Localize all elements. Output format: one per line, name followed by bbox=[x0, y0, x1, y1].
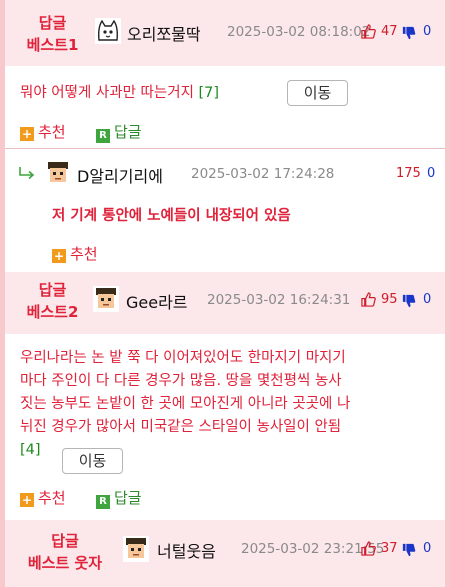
pixel-face-avatar-icon[interactable] bbox=[123, 536, 149, 562]
badge-line2: 베스트 웃자 bbox=[27, 554, 103, 572]
badge-line1: 답글 bbox=[38, 281, 67, 299]
comment-body: 우리나라는 논 밭 쭉 다 이어져있어도 한마지기 마지기 마다 주인이 다 다… bbox=[20, 347, 440, 462]
comment-body: 저 기계 통안에 노예들이 내장되어 있음 bbox=[52, 208, 291, 224]
cat-avatar-icon[interactable] bbox=[95, 18, 121, 44]
best-badge: 답글 베스트1 bbox=[5, 12, 100, 56]
move-button[interactable]: 이동 bbox=[62, 448, 123, 474]
upvote-count: 95 bbox=[381, 292, 398, 307]
comment-text-line: 마다 주인이 다 다른 경우가 많음. 땅을 몇천평씩 농사 bbox=[20, 373, 342, 389]
upvote-count: 175 bbox=[396, 166, 421, 181]
pixel-face-avatar-icon[interactable] bbox=[45, 160, 71, 186]
reply-button[interactable]: R 답글 bbox=[96, 121, 142, 143]
downvote-count: 0 bbox=[427, 166, 436, 181]
recommend-label: 추천 bbox=[38, 123, 66, 141]
upvote-count: 37 bbox=[381, 541, 398, 556]
reply-arrow-icon bbox=[19, 167, 35, 180]
recommend-button[interactable]: + 추천 bbox=[52, 243, 98, 264]
reply-button[interactable]: R 답글 bbox=[96, 487, 142, 509]
reply-r-icon: R bbox=[96, 129, 110, 143]
reply-count: [7] bbox=[198, 85, 220, 101]
comment-date: 2025-03-02 08:18:02 bbox=[227, 24, 371, 40]
nickname[interactable]: D알리기리에 bbox=[77, 163, 163, 187]
reply-r-icon: R bbox=[96, 495, 110, 509]
badge-line1: 답글 bbox=[51, 532, 79, 550]
best-comment-header: 답글 베스트1 오리쪼물딱 2025-03-02 08:18:02 47 0 bbox=[5, 0, 445, 66]
thumbs-down-icon[interactable] bbox=[402, 26, 416, 40]
move-button[interactable]: 이동 bbox=[287, 80, 348, 106]
comment-body: 뭐야 어떻게 사과만 따는거지 [7] bbox=[20, 82, 219, 105]
best-comment-header: 답글 베스트2 Gee라르 2025-03-02 16:24:31 95 0 bbox=[5, 272, 445, 334]
reply-label: 답글 bbox=[114, 489, 142, 507]
thumbs-down-icon[interactable] bbox=[402, 294, 416, 308]
comment-date: 2025-03-02 17:24:28 bbox=[191, 166, 335, 182]
recommend-label: 추천 bbox=[38, 489, 66, 507]
recommend-label: 추천 bbox=[70, 245, 98, 263]
badge-line1: 답글 bbox=[38, 14, 67, 32]
comment-text-line: 뉘진 경우가 많아서 미국같은 스타일이 농사일이 안됨 bbox=[20, 419, 342, 435]
thumbs-up-icon[interactable] bbox=[361, 292, 376, 307]
badge-line2: 베스트1 bbox=[26, 36, 79, 54]
plus-icon: + bbox=[52, 249, 66, 263]
best-badge: 답글 베스트 웃자 bbox=[5, 530, 125, 574]
best-badge: 답글 베스트2 bbox=[5, 279, 100, 323]
thumbs-up-icon[interactable] bbox=[361, 541, 376, 556]
downvote-count: 0 bbox=[423, 292, 432, 307]
recommend-button[interactable]: + 추천 bbox=[20, 121, 66, 142]
upvote-count: 47 bbox=[381, 24, 398, 39]
pixel-face-avatar-icon[interactable] bbox=[93, 286, 119, 312]
downvote-count: 0 bbox=[423, 24, 432, 39]
badge-line2: 베스트2 bbox=[26, 303, 79, 321]
divider bbox=[5, 148, 445, 149]
comment-text: 뭐야 어떻게 사과만 따는거지 bbox=[20, 85, 194, 101]
plus-icon: + bbox=[20, 493, 34, 507]
downvote-count: 0 bbox=[423, 541, 432, 556]
thumbs-up-icon[interactable] bbox=[361, 24, 376, 39]
comment-date: 2025-03-02 16:24:31 bbox=[207, 292, 351, 308]
recommend-button[interactable]: + 추천 bbox=[20, 487, 66, 508]
nickname[interactable]: 오리쪼물딱 bbox=[127, 21, 201, 45]
nickname[interactable]: Gee라르 bbox=[126, 289, 188, 313]
plus-icon: + bbox=[20, 127, 34, 141]
best-comment-header: 답글 베스트 웃자 너털웃음 2025-03-02 23:21:55 37 0 bbox=[5, 520, 445, 587]
comment-text-line: 우리나라는 논 밭 쭉 다 이어져있어도 한마지기 마지기 bbox=[20, 350, 346, 366]
nickname[interactable]: 너털웃음 bbox=[157, 538, 216, 562]
thumbs-down-icon[interactable] bbox=[402, 543, 416, 557]
reply-label: 답글 bbox=[114, 123, 142, 141]
comment-text-line: 짓는 농부도 논밭이 한 곳에 모아진게 아니라 곳곳에 나 bbox=[20, 396, 351, 412]
